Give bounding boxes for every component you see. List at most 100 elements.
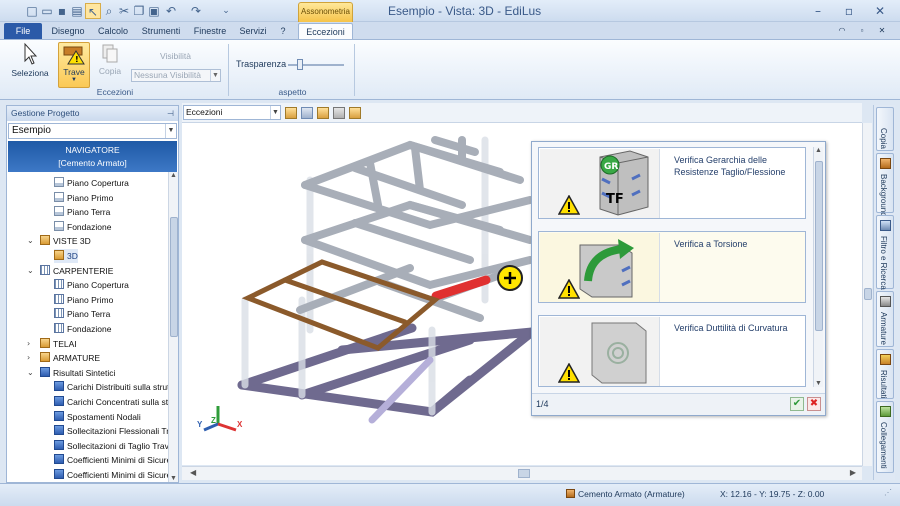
redo-icon[interactable]: ↷ bbox=[188, 3, 204, 19]
tree-scrollbar[interactable]: ▲ ▼ bbox=[168, 172, 178, 482]
pin-icon[interactable]: ⊣ bbox=[167, 106, 174, 121]
minimize-button[interactable]: – bbox=[806, 2, 830, 20]
tree-item[interactable]: Piano Copertura bbox=[54, 176, 129, 190]
slider-thumb[interactable] bbox=[297, 59, 304, 70]
tab-background[interactable]: Background bbox=[876, 153, 894, 217]
tree-item[interactable]: Fondazione bbox=[54, 220, 111, 234]
tree-item[interactable]: › TELAI bbox=[27, 337, 77, 351]
tree-item-label: Coefficienti Minimi di Sicurezz bbox=[67, 470, 168, 480]
viewport-hthumb[interactable] bbox=[518, 469, 530, 478]
tree-item-label: TELAI bbox=[53, 338, 77, 349]
doc-close-icon[interactable]: ✕ bbox=[875, 23, 889, 39]
trave-label: Trave bbox=[63, 67, 85, 77]
tab-filtro[interactable]: Filtro e Ricerca bbox=[876, 215, 894, 290]
toolbar-icon-3[interactable] bbox=[317, 107, 329, 119]
group-separator bbox=[228, 44, 229, 96]
tree-item[interactable]: Piano Primo bbox=[54, 191, 113, 205]
tab-risultati[interactable]: Risultati bbox=[876, 349, 894, 399]
visibilita-select[interactable]: Nessuna Visibilità ▼ bbox=[131, 69, 221, 82]
scroll-up-icon[interactable]: ▲ bbox=[814, 147, 823, 154]
toolbar-icon-5[interactable] bbox=[349, 107, 361, 119]
undo-icon[interactable]: ↶ bbox=[163, 3, 179, 19]
tree-item[interactable]: Spostamenti Nodali bbox=[54, 410, 141, 424]
tab-copia[interactable]: Copia bbox=[876, 107, 894, 151]
filter-icon bbox=[880, 220, 891, 231]
project-select[interactable]: Esempio ▼ bbox=[8, 123, 177, 139]
customize-icon[interactable]: ⌄ bbox=[218, 3, 234, 19]
tree-item[interactable]: ⌄ VISTE 3D bbox=[27, 234, 91, 248]
viewport-vscrollbar[interactable] bbox=[862, 123, 872, 466]
card-gerarchia[interactable]: GR TF Verifica Gerarchia delle Resistenz… bbox=[538, 147, 806, 219]
select-icon[interactable]: ↖ bbox=[85, 3, 101, 19]
tree-item[interactable]: Piano Copertura bbox=[54, 278, 129, 292]
popup-scroll-thumb[interactable] bbox=[815, 161, 823, 331]
tree-item[interactable]: Carichi Distribuiti sulla struttu bbox=[54, 380, 168, 394]
expand-toggle-icon[interactable]: ⌄ bbox=[27, 264, 34, 278]
expand-toggle-icon[interactable]: › bbox=[27, 351, 30, 365]
card-torsione[interactable]: Verifica a Torsione bbox=[538, 231, 806, 303]
card-duttilita[interactable]: Verifica Duttilità di Curvatura bbox=[538, 315, 806, 387]
scroll-thumb[interactable] bbox=[170, 217, 178, 337]
res-icon bbox=[54, 469, 64, 479]
view-select[interactable]: Eccezioni ▼ bbox=[183, 105, 281, 120]
panel-title: Gestione Progetto bbox=[11, 108, 80, 118]
doc-restore-icon[interactable]: ▫ bbox=[855, 23, 869, 39]
expand-toggle-icon[interactable]: ⌄ bbox=[27, 234, 34, 248]
toolbar-icon-2[interactable] bbox=[301, 107, 313, 119]
tree-item[interactable]: ⌄ CARPENTERIE bbox=[27, 264, 113, 278]
scroll-down-icon[interactable]: ▼ bbox=[814, 380, 823, 387]
tree-item[interactable]: Sollecitazioni Flessionali Travi bbox=[54, 424, 168, 438]
tree-item[interactable]: Carichi Concentrati sulla strut bbox=[54, 395, 168, 409]
scroll-left-icon[interactable]: ◀ bbox=[190, 468, 196, 477]
tab-finestre[interactable]: Finestre bbox=[190, 23, 230, 39]
popup-scrollbar[interactable]: ▲ ▼ bbox=[813, 147, 823, 387]
expand-toggle-icon[interactable]: ⌄ bbox=[27, 366, 34, 380]
tab-help[interactable]: ? bbox=[276, 23, 290, 39]
tree-item[interactable]: ⌄ Risultati Sintetici bbox=[27, 366, 115, 380]
tree-item[interactable]: Coefficienti Minimi di Sicurezz bbox=[54, 453, 168, 467]
tab-disegno[interactable]: Disegno bbox=[48, 23, 88, 39]
confirm-icon[interactable]: ✔ bbox=[790, 397, 804, 411]
zoom-icon[interactable]: ⌕ bbox=[101, 3, 117, 19]
tree-item[interactable]: Fondazione bbox=[54, 322, 111, 336]
scroll-up-icon[interactable]: ▲ bbox=[169, 172, 178, 179]
tree-item[interactable]: › ARMATURE bbox=[27, 351, 100, 365]
trave-button[interactable]: ! Trave ▼ bbox=[58, 42, 90, 88]
expand-toggle-icon[interactable]: › bbox=[27, 337, 30, 351]
open-icon[interactable]: ▭ bbox=[39, 3, 55, 19]
resize-grip-icon[interactable]: ⋰ bbox=[884, 488, 892, 497]
ribbon-minimize-icon[interactable]: ◠ bbox=[835, 23, 849, 39]
toolbar-icon-4[interactable] bbox=[333, 107, 345, 119]
trasparenza-slider[interactable] bbox=[288, 59, 344, 70]
scroll-down-icon[interactable]: ▼ bbox=[169, 475, 178, 482]
print-icon[interactable]: ▤ bbox=[69, 3, 85, 19]
tab-servizi[interactable]: Servizi bbox=[236, 23, 270, 39]
save-icon[interactable]: ▪ bbox=[54, 3, 70, 19]
tree-item[interactable]: Piano Primo bbox=[54, 293, 113, 307]
paste-icon[interactable]: ▣ bbox=[146, 3, 162, 19]
viewport-hscrollbar[interactable]: ◀ ▶ bbox=[182, 466, 862, 480]
tree-item[interactable]: Sollecitazioni di Taglio Travi e bbox=[54, 439, 168, 453]
copy-icon[interactable]: ❐ bbox=[131, 3, 147, 19]
maximize-button[interactable]: ▫ bbox=[837, 2, 861, 20]
tree-item-label: VISTE 3D bbox=[53, 236, 91, 247]
new-icon[interactable]: □ bbox=[24, 3, 40, 19]
scroll-right-icon[interactable]: ▶ bbox=[850, 468, 856, 477]
tab-eccezioni[interactable]: Eccezioni bbox=[298, 23, 353, 39]
toolbar-icon-1[interactable] bbox=[285, 107, 297, 119]
cancel-icon[interactable]: ✖ bbox=[807, 397, 821, 411]
copia-button[interactable]: Copia bbox=[96, 42, 124, 82]
viewport-vthumb[interactable] bbox=[864, 288, 872, 300]
cut-icon[interactable]: ✂ bbox=[116, 3, 132, 19]
tab-armature[interactable]: Armature bbox=[876, 291, 894, 347]
tab-file[interactable]: File bbox=[4, 23, 42, 39]
tab-strumenti[interactable]: Strumenti bbox=[138, 23, 184, 39]
seleziona-button[interactable]: Seleziona bbox=[10, 42, 50, 86]
tree-item[interactable]: Piano Terra bbox=[54, 205, 110, 219]
tree-item[interactable]: Piano Terra bbox=[54, 307, 110, 321]
tab-collegamenti[interactable]: Collegamenti bbox=[876, 401, 894, 473]
tab-calcolo[interactable]: Calcolo bbox=[95, 23, 131, 39]
tree-item[interactable]: 3D bbox=[54, 249, 78, 263]
close-button[interactable]: ✕ bbox=[868, 2, 892, 20]
tree-item[interactable]: Coefficienti Minimi di Sicurezz bbox=[54, 468, 168, 482]
